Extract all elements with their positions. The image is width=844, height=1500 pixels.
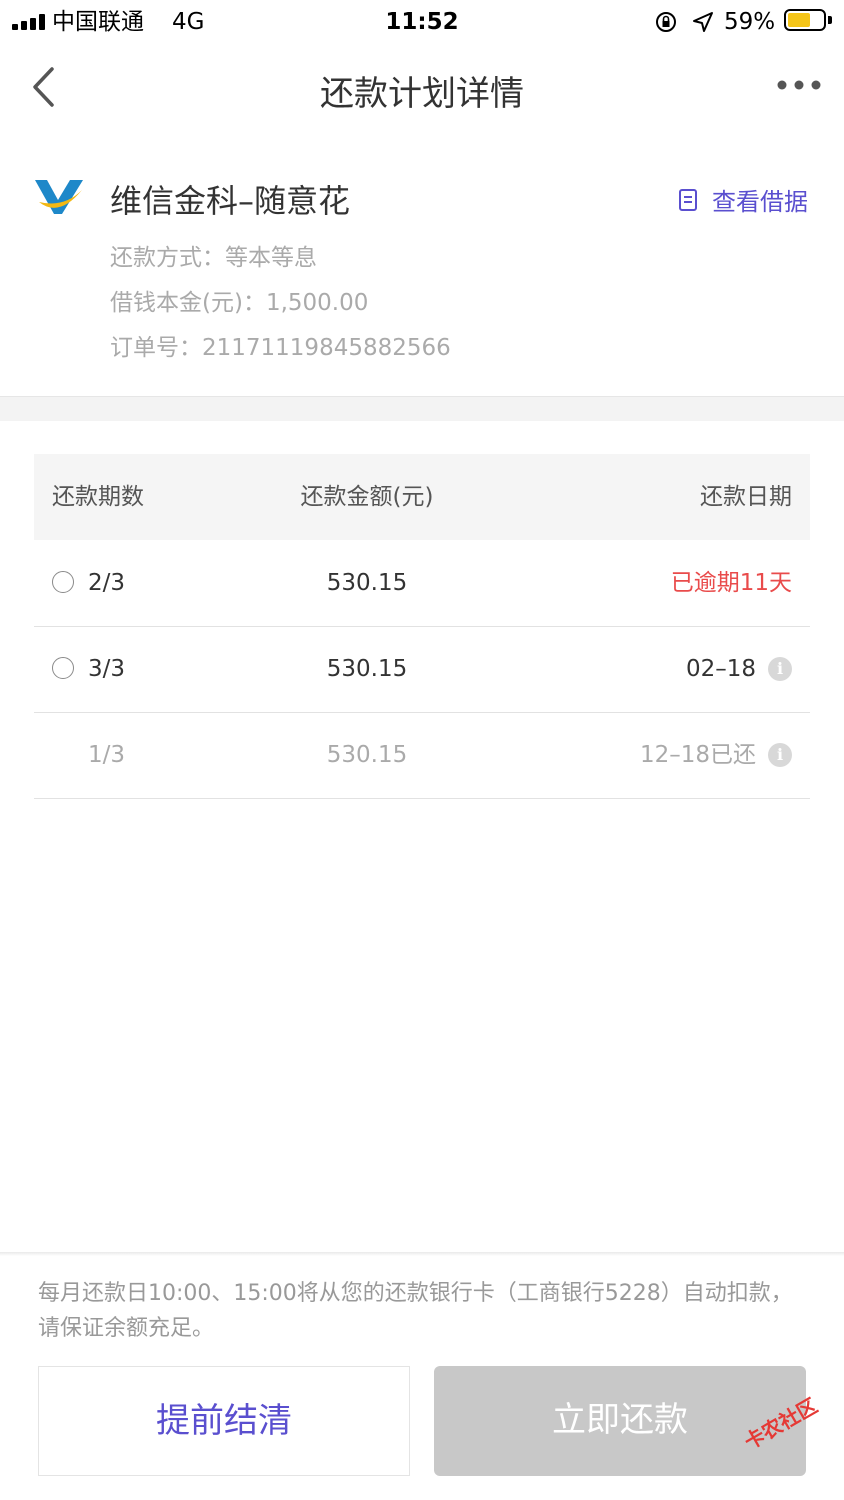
battery-percent: 59% [724, 9, 776, 35]
info-icon[interactable]: i [768, 657, 792, 681]
row-amount: 530.15 [326, 570, 408, 596]
row-amount: 530.15 [326, 656, 408, 682]
table-row: 1/3 530.15 12–18已还 i [34, 712, 810, 799]
table-row[interactable]: 2/3 530.15 已逾期11天 [34, 540, 810, 627]
rotation-lock-icon [656, 12, 676, 32]
view-receipt-link[interactable]: 查看借据 [678, 182, 808, 217]
battery-icon [784, 9, 826, 31]
info-icon[interactable]: i [768, 743, 792, 767]
more-dots-icon[interactable] [776, 78, 822, 92]
row-date: 02–18 [685, 656, 756, 682]
document-icon [679, 188, 697, 211]
repay-method: 还款方式：等本等息 [110, 245, 317, 271]
early-settle-button[interactable]: 提前结清 [38, 1366, 410, 1476]
header-date: 还款日期 [700, 484, 792, 510]
table-row[interactable]: 3/3 530.15 02–18 i [34, 626, 810, 713]
principal-amount: 借钱本金(元)：1,500.00 [110, 290, 369, 316]
order-number: 订单号：21171119845882566 [110, 335, 451, 361]
section-divider [0, 396, 844, 421]
clock: 11:52 [385, 9, 459, 35]
repay-now-button[interactable]: 立即还款 [434, 1366, 806, 1476]
row-date: 12–18已还 [639, 742, 756, 768]
nav-bar: 还款计划详情 [0, 44, 844, 132]
row-date: 已逾期11天 [670, 570, 792, 596]
product-name: 维信金科–随意花 [110, 182, 351, 220]
product-logo [35, 180, 83, 214]
status-bar: 中国联通 4G 11:52 59% [0, 0, 844, 44]
auto-debit-notice: 每月还款日10:00、15:00将从您的还款银行卡（工商银行5228）自动扣款，… [38, 1281, 793, 1341]
header-amount: 还款金额(元) [300, 484, 434, 510]
battery-cap [828, 16, 832, 24]
page-title: 还款计划详情 [320, 74, 524, 114]
view-receipt-label: 查看借据 [712, 188, 808, 216]
table-header: 还款期数 还款金额(元) 还款日期 [34, 454, 810, 540]
row-amount: 530.15 [326, 742, 408, 768]
footer-divider [0, 1252, 844, 1256]
location-arrow-icon [693, 12, 713, 32]
